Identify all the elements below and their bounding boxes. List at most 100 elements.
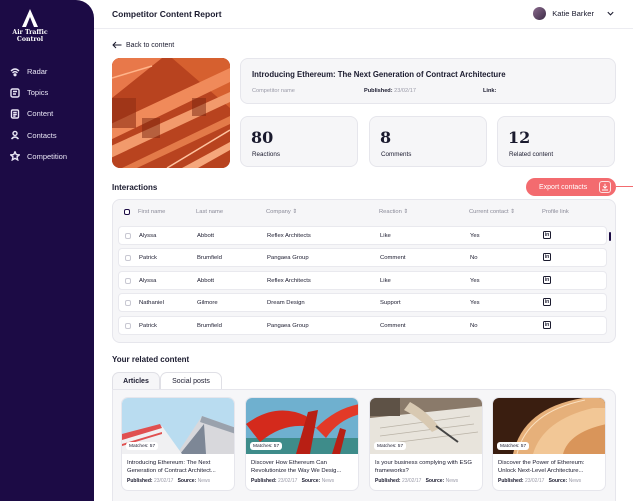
topics-icon (9, 87, 21, 99)
sidebar-nav: Radar Topics Content Contacts Competitio… (9, 61, 91, 167)
star-icon (9, 150, 21, 162)
sidebar-item-label: Contacts (27, 130, 57, 140)
cell-last-name: Gilmore (197, 300, 218, 306)
cell-reaction: Like (380, 233, 391, 239)
column-header-profile-link: Profile link (542, 209, 569, 215)
avatar (533, 7, 547, 20)
radar-icon (9, 66, 21, 78)
linkedin-icon[interactable]: in (543, 231, 551, 239)
article-title: Discover How Ethereum Can Revolutionize … (251, 460, 342, 474)
article-title: Introducing Ethereum: The Next Generatio… (127, 460, 216, 474)
cell-reaction: Comment (380, 323, 406, 329)
stat-comments: 8 Comments (369, 116, 487, 167)
article-meta: Published: 23/02/17 Source: News (127, 478, 211, 484)
article-thumbnail: Matches: 57 (370, 398, 482, 454)
cell-first-name: Nathaniel (139, 300, 164, 306)
column-header-company[interactable]: Company ⇕ (266, 209, 297, 215)
sidebar-item-radar[interactable]: Radar (9, 61, 91, 82)
sort-icon: ⇕ (403, 209, 409, 215)
cell-current-contact: Yes (470, 278, 480, 284)
table-scrollbar[interactable] (609, 232, 611, 241)
cell-last-name: Brumfield (197, 255, 222, 261)
back-link[interactable]: Back to content (112, 41, 174, 49)
download-icon (599, 181, 611, 193)
article-title: Discover the Power of Ethereum: Unlock N… (498, 460, 585, 474)
interactions-table: First name Last name Company ⇕ Reaction … (112, 199, 616, 343)
cell-company: Reflex Architects (267, 233, 311, 239)
content-info-card: Introducing Ethereum: The Next Generatio… (240, 58, 616, 104)
article-thumbnail: Matches: 57 (246, 398, 358, 454)
cell-reaction: Comment (380, 255, 406, 261)
top-bar: Competitor Content Report Katie Barker (94, 0, 633, 29)
cell-first-name: Alyssa (139, 233, 157, 239)
export-contacts-button[interactable]: Export contacts (526, 178, 616, 196)
cell-company: Dream Design (267, 300, 305, 306)
matches-badge: Matches: 57 (250, 442, 283, 450)
matches-badge: Matches: 57 (374, 442, 407, 450)
linkedin-icon[interactable]: in (543, 298, 551, 306)
user-name: Katie Barker (552, 9, 594, 18)
content-title: Introducing Ethereum: The Next Generatio… (252, 70, 506, 79)
linkedin-icon[interactable]: in (543, 321, 551, 329)
sidebar-item-topics[interactable]: Topics (9, 82, 91, 103)
cell-company: Pangaea Group (267, 323, 309, 329)
logo-text: Air Traffic Control (12, 29, 48, 43)
article-card[interactable]: Matches: 57 Discover How Ethereum Can Re… (245, 397, 359, 491)
cell-reaction: Like (380, 278, 391, 284)
user-menu[interactable]: Katie Barker (533, 7, 615, 20)
article-thumbnail: Matches: 57 (493, 398, 605, 454)
page-title: Competitor Content Report (112, 9, 222, 19)
row-checkbox[interactable] (125, 300, 131, 306)
matches-badge: Matches: 57 (497, 442, 530, 450)
link-meta[interactable]: Link: (483, 88, 496, 94)
cell-company: Pangaea Group (267, 255, 309, 261)
article-card[interactable]: Matches: 57 Is your business complying w… (369, 397, 483, 491)
sidebar: Air Traffic Control Radar Topics Content… (0, 0, 94, 501)
cell-last-name: Brumfield (197, 323, 222, 329)
sidebar-item-label: Competition (27, 151, 68, 161)
article-title: Is your business complying with ESG fram… (375, 460, 472, 474)
competitor-name-label: Competitor name (252, 88, 295, 94)
export-connector-line (616, 186, 633, 187)
stat-related-content: 12 Related content (497, 116, 615, 167)
column-header-reaction[interactable]: Reaction ⇕ (379, 209, 408, 215)
cell-current-contact: No (470, 255, 478, 261)
tab-social-posts[interactable]: Social posts (160, 372, 222, 389)
table-row[interactable]: Patrick Brumfield Pangaea Group Comment … (118, 248, 607, 267)
article-card[interactable]: Matches: 57 Discover the Power of Ethere… (492, 397, 606, 491)
article-card[interactable]: Matches: 57 Introducing Ethereum: The Ne… (121, 397, 235, 491)
contacts-icon (9, 129, 21, 141)
sidebar-item-contacts[interactable]: Contacts (9, 125, 91, 146)
row-checkbox[interactable] (125, 323, 131, 329)
article-meta: Published: 23/02/17 Source: News (251, 478, 335, 484)
related-content-title: Your related content (112, 355, 190, 364)
sidebar-item-content[interactable]: Content (9, 103, 91, 124)
column-header-last-name[interactable]: Last name (196, 209, 223, 215)
cell-last-name: Abbott (197, 278, 215, 284)
cell-first-name: Alyssa (139, 278, 157, 284)
row-checkbox[interactable] (125, 255, 131, 261)
cell-current-contact: Yes (470, 233, 480, 239)
linkedin-icon[interactable]: in (543, 276, 551, 284)
linkedin-icon[interactable]: in (543, 253, 551, 261)
sidebar-item-competition[interactable]: Competition (9, 146, 91, 167)
table-row[interactable]: Alyssa Abbott Reflex Architects Like Yes… (118, 271, 607, 290)
table-row[interactable]: Patrick Brumfield Pangaea Group Comment … (118, 316, 607, 335)
table-row[interactable]: Alyssa Abbott Reflex Architects Like Yes… (118, 226, 607, 245)
sidebar-item-label: Radar (27, 67, 48, 77)
article-meta: Published: 23/02/17 Source: News (498, 478, 582, 484)
column-header-first-name[interactable]: First name (138, 209, 165, 215)
stat-value: 8 (380, 128, 392, 147)
cell-first-name: Patrick (139, 323, 158, 329)
row-checkbox[interactable] (125, 278, 131, 284)
app-logo[interactable]: Air Traffic Control (10, 8, 50, 43)
tab-articles[interactable]: Articles (112, 372, 160, 389)
table-row[interactable]: Nathaniel Gilmore Dream Design Support Y… (118, 293, 607, 312)
stat-value: 80 (251, 128, 274, 147)
select-all-checkbox[interactable] (124, 209, 130, 215)
table-header: First name Last name Company ⇕ Reaction … (113, 207, 615, 219)
stat-label: Comments (381, 151, 412, 158)
chevron-down-icon (607, 11, 614, 16)
column-header-current-contact[interactable]: Current contact ⇕ (469, 209, 515, 215)
row-checkbox[interactable] (125, 233, 131, 239)
